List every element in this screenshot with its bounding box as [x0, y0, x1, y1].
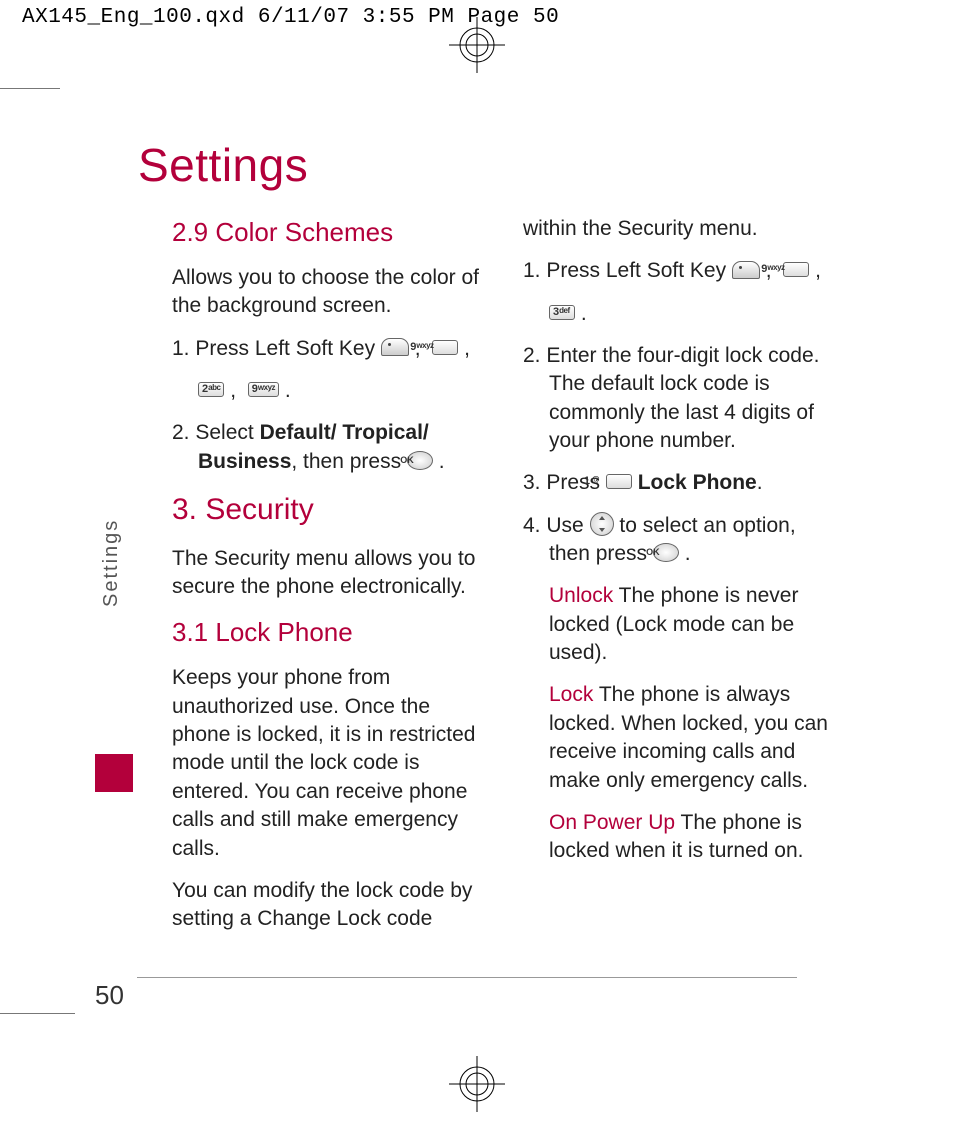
- crop-rule-top: [0, 88, 60, 89]
- step-lock-1-cont: 3def .: [523, 300, 834, 328]
- para-3-intro: The Security menu allows you to secure t…: [172, 545, 483, 602]
- para-2-9-intro: Allows you to choose the color of the ba…: [172, 264, 483, 321]
- para-3-1-a: Keeps your phone from unauthorized use. …: [172, 664, 483, 862]
- step-2-9-1: 1. Press Left Soft Key , 9wxyz ,: [172, 335, 483, 363]
- heading-2-9: 2.9 Color Schemes: [172, 215, 483, 250]
- registration-mark-top: [449, 17, 505, 73]
- left-soft-key-icon: [381, 338, 409, 356]
- key-2-icon: 2abc: [198, 382, 224, 397]
- side-tab-marker: [95, 754, 133, 792]
- ok-key-icon: OK: [407, 451, 433, 470]
- step-lock-4: 4. Use to select an option, then press O…: [523, 512, 834, 569]
- heading-3-1: 3.1 Lock Phone: [172, 615, 483, 650]
- side-tab-label: Settings: [100, 519, 123, 607]
- step-2-9-2: 2. Select Default/ Tropical/ Business, t…: [172, 419, 483, 476]
- key-9-icon: 9wxyz: [783, 262, 809, 277]
- key-9-icon: 9wxyz: [248, 382, 279, 397]
- crop-rule-bottom: [0, 1013, 75, 1014]
- option-on-power-up: On Power Up The phone is locked when it …: [523, 809, 834, 866]
- body-columns: 2.9 Color Schemes Allows you to choose t…: [172, 215, 834, 958]
- nav-ring-icon: [590, 512, 614, 536]
- key-3-icon: 3def: [549, 305, 575, 320]
- step-lock-1: 1. Press Left Soft Key , 9wxyz ,: [523, 257, 834, 285]
- heading-3: 3. Security: [172, 490, 483, 531]
- footer-rule: [137, 977, 797, 978]
- ok-key-icon: OK: [653, 543, 679, 562]
- left-soft-key-icon: [732, 261, 760, 279]
- key-1-icon: 1 @: [606, 474, 632, 489]
- page-title: Settings: [138, 138, 308, 192]
- key-9-icon: 9wxyz: [432, 340, 458, 355]
- option-lock: Lock The phone is always locked. When lo…: [523, 681, 834, 794]
- step-lock-2: 2. Enter the four-digit lock code. The d…: [523, 342, 834, 455]
- step-2-9-1-cont: 2abc , 9wxyz .: [172, 377, 483, 405]
- registration-mark-bottom: [449, 1056, 505, 1112]
- step-lock-3: 3. Press 1 @ Lock Phone.: [523, 469, 834, 497]
- page-number: 50: [95, 980, 124, 1011]
- option-unlock: Unlock The phone is never locked (Lock m…: [523, 582, 834, 667]
